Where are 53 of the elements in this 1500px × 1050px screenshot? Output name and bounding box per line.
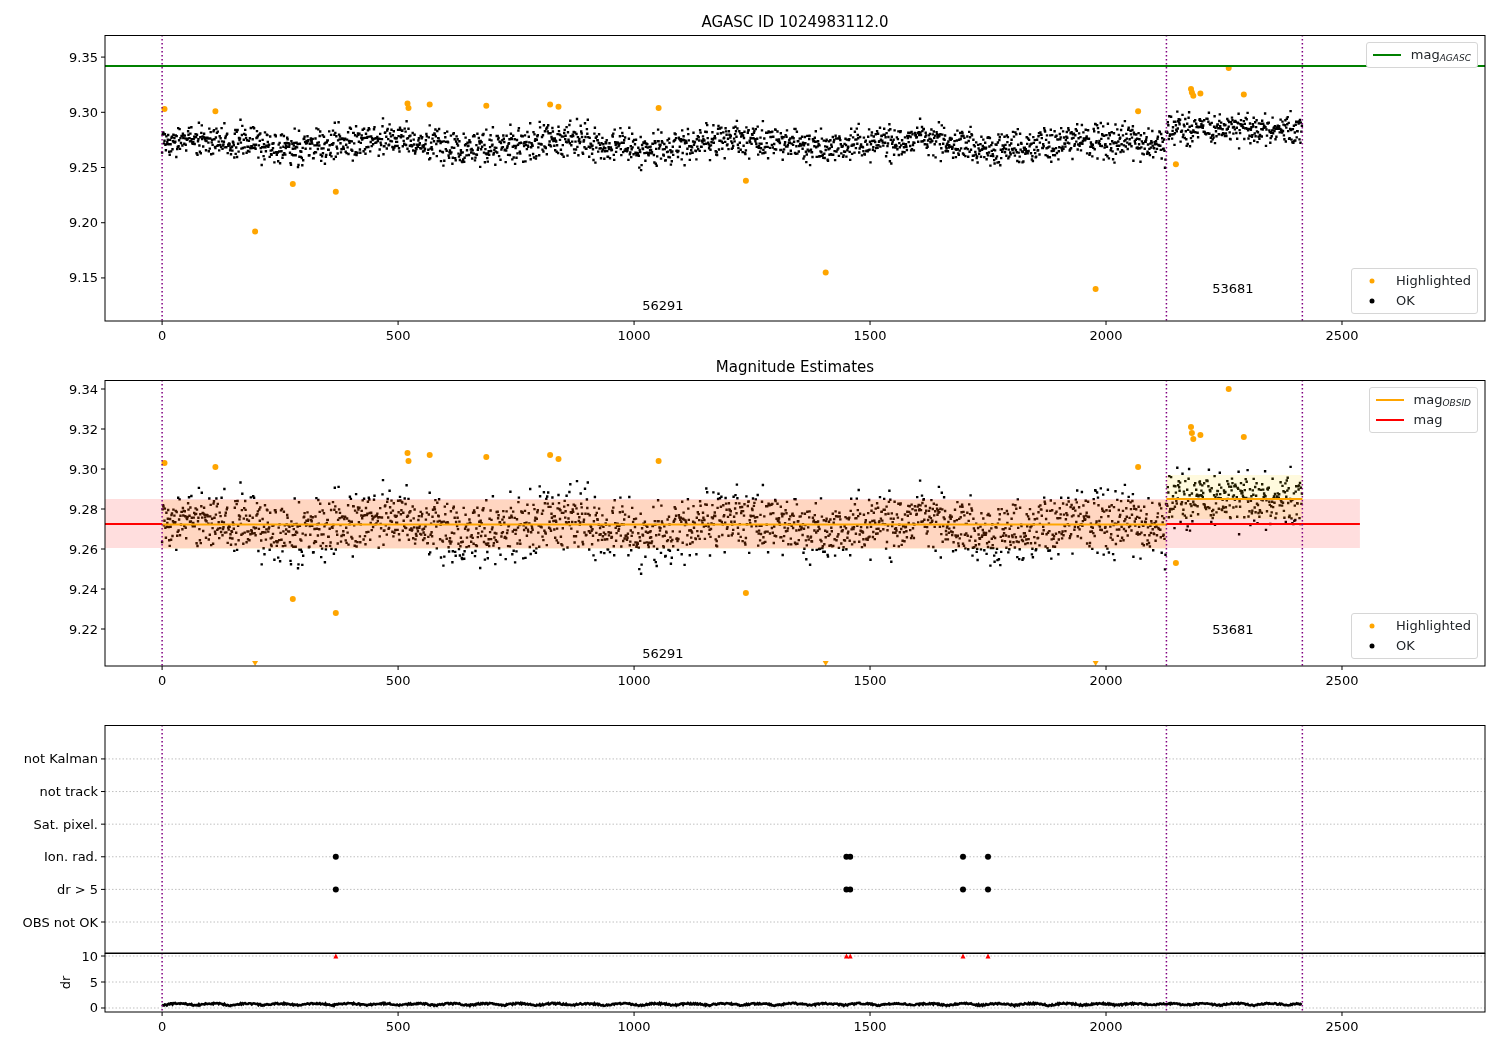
- tick-label: 2000: [1089, 1019, 1123, 1034]
- tick-label: 9.15: [69, 270, 98, 286]
- tick-label: 1000: [617, 673, 651, 688]
- chart-title: AGASC ID 1024983112.0: [701, 13, 889, 31]
- point-label: 53681: [1212, 281, 1254, 297]
- tick-label: Sat. pixel.: [33, 816, 98, 832]
- point-label: 56291: [642, 646, 684, 661]
- legend-label: Highlighted: [1396, 617, 1471, 635]
- legend-label: mag$_{AGASC}$: [1410, 46, 1471, 65]
- tick-label: 9.35: [69, 49, 98, 65]
- tick-label: 10: [81, 948, 98, 964]
- tick-label: 9.32: [69, 421, 98, 437]
- tick-label: not track: [39, 784, 98, 800]
- point-label: 53681: [1212, 622, 1254, 637]
- tick-label: 0: [157, 673, 167, 688]
- point-label: 56291: [642, 297, 684, 313]
- tick-label: 1500: [853, 673, 887, 688]
- tick-label: 5: [89, 974, 98, 990]
- tick-label: 2500: [1325, 1019, 1359, 1034]
- tick-label: 1000: [617, 328, 651, 343]
- tick-label: 9.22: [69, 621, 98, 637]
- tick-label: 0: [157, 1019, 167, 1034]
- tick-label: 500: [385, 1019, 411, 1034]
- tick-label: OBS not OK: [22, 914, 98, 930]
- tick-label: 9.26: [69, 541, 98, 557]
- tick-label: 9.30: [69, 461, 98, 477]
- tick-label: 2500: [1325, 328, 1359, 343]
- legend-label: mag: [1413, 411, 1443, 429]
- tick-label: 0: [157, 328, 167, 343]
- tick-label: 9.20: [69, 215, 98, 231]
- tick-label: not Kalman: [23, 751, 98, 767]
- tick-label: 9.24: [69, 581, 98, 597]
- legend-label: mag$_{OBSID}$: [1413, 391, 1471, 410]
- tick-label: 500: [385, 328, 411, 343]
- tick-label: 2000: [1089, 328, 1123, 343]
- tick-label: Ion. rad.: [44, 849, 98, 865]
- tick-label: 9.28: [69, 501, 98, 517]
- tick-label: 9.34: [69, 381, 98, 397]
- chart-title: Magnitude Estimates: [715, 358, 875, 376]
- tick-label: 9.30: [69, 104, 98, 120]
- tick-label: 9.25: [69, 160, 98, 175]
- tick-label: 1000: [617, 1019, 651, 1034]
- tick-label: 500: [385, 673, 411, 688]
- tick-label: 2500: [1325, 673, 1359, 688]
- legend-label: Highlighted: [1396, 272, 1471, 290]
- axis-label: dr: [58, 975, 73, 990]
- tick-label: 1500: [853, 1019, 887, 1034]
- tick-label: 2000: [1089, 673, 1123, 688]
- tick-label: 0: [89, 1000, 98, 1016]
- legend-label: OK: [1396, 292, 1415, 310]
- legend-label: OK: [1396, 637, 1415, 655]
- tick-label: 1500: [853, 328, 887, 343]
- tick-label: dr > 5: [56, 881, 98, 897]
